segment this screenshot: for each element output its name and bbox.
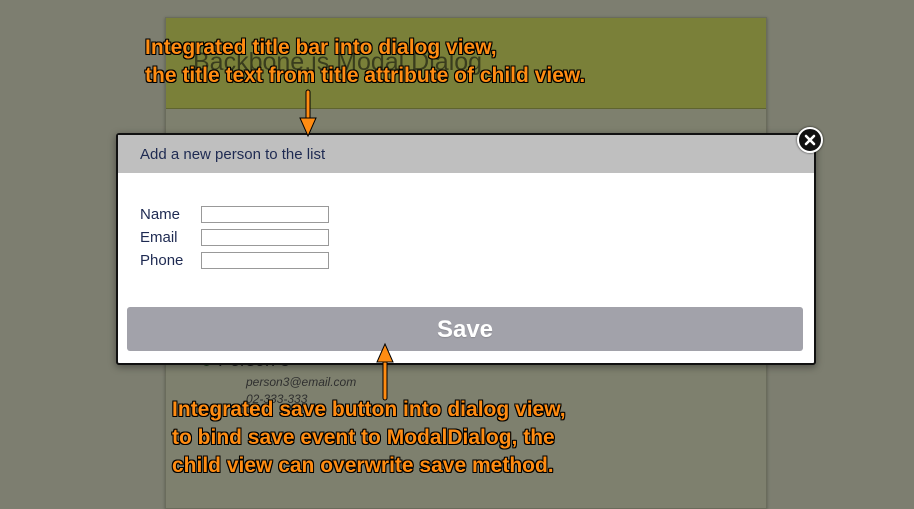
- annotation-line: the title text from title attribute of c…: [145, 64, 586, 87]
- name-label: Name: [140, 206, 181, 223]
- annotation-line: Integrated title bar into dialog view,: [145, 36, 497, 59]
- person-email: person3@email.com: [246, 375, 357, 389]
- annotation-line: to bind save event to ModalDialog, the: [172, 426, 555, 449]
- phone-label: Phone: [140, 252, 184, 269]
- close-button[interactable]: [797, 127, 823, 153]
- close-icon: [804, 134, 816, 146]
- down-arrow-icon: [299, 89, 317, 138]
- annotation-line: Integrated save button into dialog view,: [172, 398, 566, 421]
- save-button[interactable]: Save: [127, 307, 803, 351]
- email-label: Email: [140, 229, 178, 246]
- dialog-title: Add a new person to the list: [140, 146, 326, 163]
- name-input[interactable]: [201, 206, 329, 223]
- dialog-title-bar: Add a new person to the list: [118, 135, 814, 173]
- email-input[interactable]: [201, 229, 329, 246]
- phone-input[interactable]: [201, 252, 329, 269]
- annotation-line: child view can overwrite save method.: [172, 454, 554, 477]
- up-arrow-icon: [376, 342, 394, 401]
- annotation-title-bar: Integrated title bar into dialog view, t…: [145, 34, 585, 90]
- modal-dialog: Add a new person to the list Name Email …: [116, 127, 823, 365]
- annotation-save-button: Integrated save button into dialog view,…: [172, 396, 566, 480]
